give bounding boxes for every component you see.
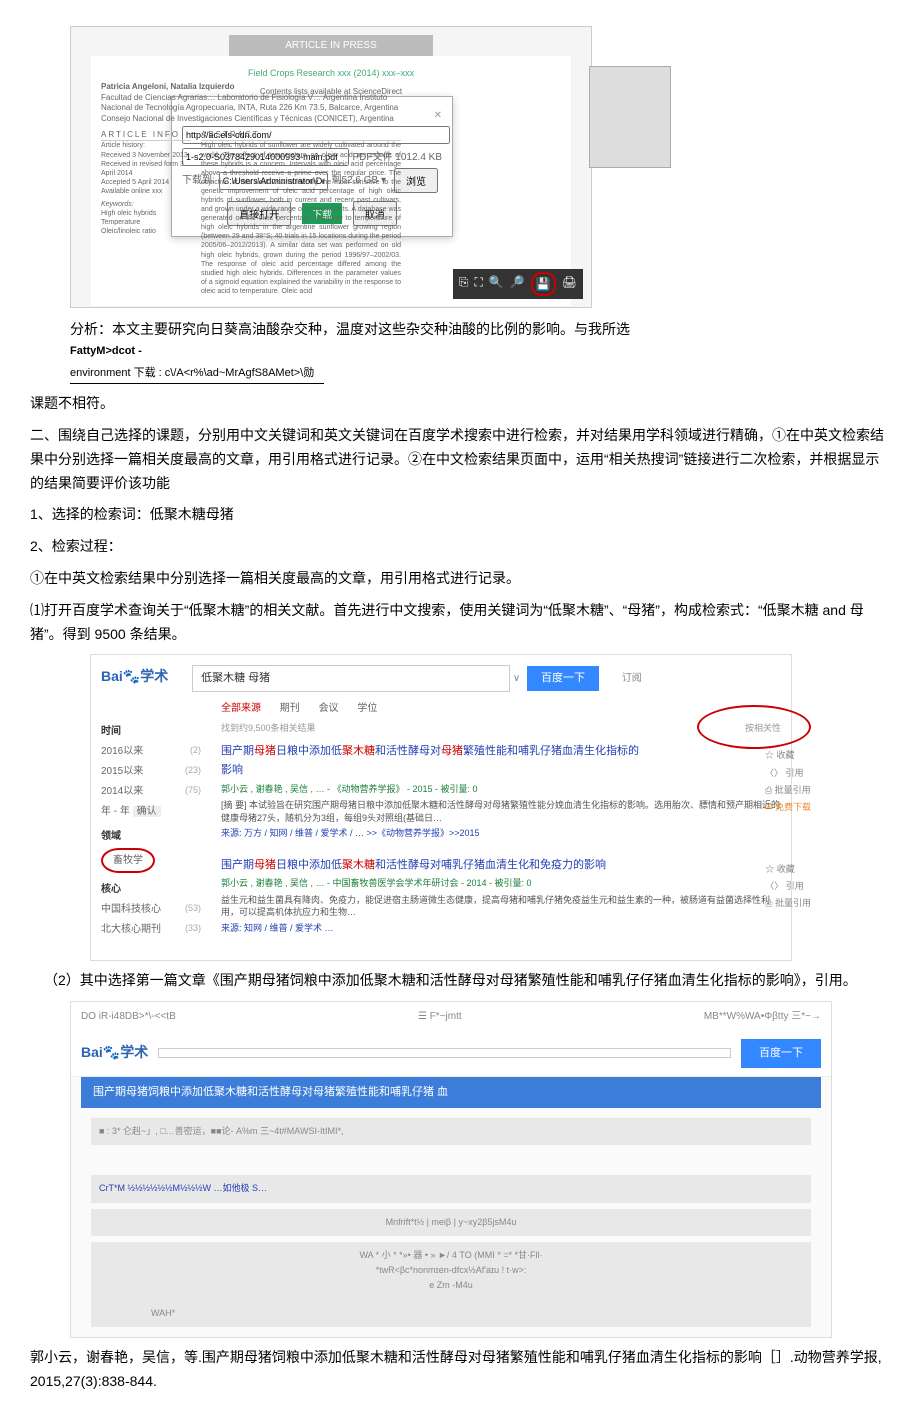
result-2-title[interactable]: 围产期母猪日粮中添加低聚木糖和活性酵母对哺乳仔猪血清生化和免疫力的影响 [221, 856, 781, 875]
cp-strip3: WAH* [91, 1300, 811, 1327]
pdf-authors: Patricia Angeloni, Natalia Izquierdo [101, 82, 235, 91]
result-1: 围产期母猪日粮中添加低聚木糖和活性酵母对母猪繁殖性能和哺乳仔猪血清生化指标的影响… [221, 742, 781, 841]
r1-cite[interactable]: 〈〉 引用 [765, 766, 811, 781]
pdf-preview-screenshot: ARTICLE IN PRESS Field Crops Research xx… [70, 26, 592, 308]
search-dropdown-icon[interactable]: ∨ [513, 673, 520, 684]
baidu-xueshu-screenshot: Bai🐾学术 低聚木糖 母猪 ∨ 百度一下 订阅 全部来源 期刊 会议 学位 找… [90, 654, 792, 961]
search-button[interactable]: 百度一下 [527, 666, 599, 691]
cp-right: MB**W%WA•Φβtty 三*~→ [704, 1008, 821, 1025]
filter-core2[interactable]: 北大核心期刊(33) [101, 921, 201, 938]
pdf-article-meta: Patricia Angeloni, Natalia Izquierdo Fac… [101, 82, 401, 296]
cp-header: Bai🐾学术 百度一下 [71, 1031, 831, 1077]
red-circle-annotation-field: 畜牧学 [101, 848, 155, 873]
paw-icon-2: 🐾 [103, 1044, 120, 1060]
cp-strip2: WA * 小 * *»• 器 • » ►/ 4 TO (MMI * =* *甘·… [91, 1242, 811, 1300]
filter-2014[interactable]: 2014以来(75) [101, 783, 201, 800]
cp-sub-row: ■ : 3* 仑赳~」, □…善密运，■■论- A%m 三~4t#MAWSI-I… [91, 1118, 811, 1145]
cp-browser-bar: DO iR-i48DB>*\-<<tB ☰ F*~jmtt MB**W%WA•Φ… [71, 1002, 831, 1031]
tool-page-icon[interactable]: ⎘ [459, 272, 469, 296]
select-first-text: （2）其中选择第一篇文章《围产期母猪饲粮中添加低聚木糖和活性酵母对母猪繁殖性能和… [30, 969, 890, 993]
tool-fit-icon[interactable]: ⛶ [475, 272, 483, 296]
filter-2015[interactable]: 2015以来(23) [101, 763, 201, 780]
result-2-links[interactable]: 来源: 知网 / 维普 / 爱学术 … [221, 921, 781, 936]
tool-zoomin-icon[interactable]: 🔎 [510, 272, 525, 296]
section2-intro: 二、围绕自己选择的课题，分别用中文关键词和英文关键词在百度学术搜索中进行检索，并… [30, 424, 890, 495]
cp-search-input[interactable] [158, 1048, 731, 1058]
r2-batch[interactable]: ⎙ 批量引用 [765, 896, 811, 911]
results-list: 围产期母猪日粮中添加低聚木糖和活性酵母对母猪繁殖性能和哺乳仔猪血清生化指标的影响… [221, 742, 781, 936]
tab-degree[interactable]: 学位 [357, 703, 377, 714]
article-history: Article history: Received 3 November 201… [101, 141, 191, 196]
baidu-logo: Bai🐾学术 [101, 668, 172, 684]
article-in-press-banner: ARTICLE IN PRESS [229, 35, 433, 56]
tool-zoomout-icon[interactable]: 🔍 [489, 272, 504, 296]
path-top: FattyM>dcot - [70, 342, 890, 361]
result-2-meta: 郭小云 , 谢春艳 , 吴信 , … - 中国畜牧兽医学会学术年研讨会 - 20… [221, 876, 781, 891]
line-search-process: 2、检索过程： [30, 535, 890, 559]
r1-free[interactable]: ✉ 免费下载 [765, 800, 811, 815]
path-line: environment 下载 : c\/A<r%\ad~MrAgfS8AMet>… [70, 364, 324, 384]
abstract-head: ABSTRACT [201, 130, 401, 141]
pdf-journal-line: Field Crops Research xxx (2014) xxx–xxx [101, 66, 561, 81]
result-1-links[interactable]: 来源: 万方 / 知网 / 维普 / 爱学术 / … >>《动物营养学报》>>2… [221, 826, 781, 841]
cp-crtm-row: CrT*M ½½½½½½M½½½W …如他极 S… [91, 1175, 811, 1202]
tab-all[interactable]: 全部来源 [221, 703, 261, 714]
source-tabs: 全部来源 期刊 会议 学位 [221, 700, 781, 717]
open-baidu-text: ⑴打开百度学术查询关于“低聚木糖”的相关文献。首先进行中文搜索，使用关键词为“低… [30, 599, 890, 647]
cp-article-title: 围产期母猪饲粮中添加低聚木糖和活性酵母对母猪繁殖性能和哺乳仔猪 血 [81, 1077, 821, 1108]
tool-save-icon[interactable]: 💾 [531, 272, 556, 296]
journal-cover-thumb [589, 66, 671, 168]
result-2-snippet: 益生元和益生菌具有降肉、免疫力，能促进宿主肠道微生态健康，提高母猪和哺乳仔猪免疫… [221, 894, 781, 919]
filter-xumu[interactable]: 畜牧学 [101, 848, 201, 873]
cp-strip1: Mnfrift*t½ | meiβ | y~xy2β5jsM4u [91, 1209, 811, 1236]
filter-time-head: 时间 [101, 723, 201, 740]
cp-logo: Bai🐾学术 [81, 1041, 148, 1065]
cp-search-button[interactable]: 百度一下 [741, 1039, 821, 1068]
filter-core1[interactable]: 中国科技核心(53) [101, 901, 201, 918]
tab-journal[interactable]: 期刊 [280, 703, 300, 714]
filter-year-range[interactable]: 年 - 年 确认 [101, 803, 201, 820]
result-1-meta: 郭小云 , 谢春艳 , 吴信 , … - 《动物营养学报》 - 2015 - 被… [221, 782, 781, 797]
final-citation: 郭小云，谢春艳，吴信，等.围产期母猪饲粮中添加低聚木糖和活性酵母对母猪繁殖性能和… [30, 1346, 890, 1394]
result-2: 围产期母猪日粮中添加低聚木糖和活性酵母对哺乳仔猪血清生化和免疫力的影响 郭小云 … [221, 856, 781, 936]
pdf-affiliations: Facultad de Ciencias Agrarias… Laborator… [101, 93, 398, 123]
r2-cite[interactable]: 〈〉 引用 [765, 879, 811, 894]
paw-icon: 🐾 [123, 668, 140, 684]
search-input[interactable]: 低聚木糖 母猪 [192, 665, 510, 692]
article-info-head: ARTICLE INFO [101, 130, 191, 141]
left-filters: 时间 2016以来(2) 2015以来(23) 2014以来(75) 年 - 年… [101, 715, 201, 941]
cp-left-code: DO iR-i48DB>*\-<<tB [81, 1008, 176, 1025]
r1-fav[interactable]: ☆ 收藏 [765, 748, 811, 763]
citation-panel-screenshot: DO iR-i48DB>*\-<<tB ☰ F*~jmtt MB**W%WA•Φ… [70, 1001, 832, 1338]
filter-field-head: 领域 [101, 828, 201, 845]
subscribe-link[interactable]: 订阅 [622, 673, 642, 684]
line-chosen-terms: 1、选择的检索词：低聚木糖母猪 [30, 503, 890, 527]
analysis-mismatch: 课题不相符。 [30, 392, 890, 416]
result-1-snippet: [摘 要] 本试验旨在研究围产期母猪日粮中添加低聚木糖和活性酵母对母猪繁殖性能分… [221, 799, 781, 824]
result-2-actions: ☆ 收藏 〈〉 引用 ⎙ 批量引用 [765, 860, 811, 914]
r1-batch[interactable]: ⎙ 批量引用 [765, 783, 811, 798]
analysis-text-1: 分析：本文主要研究向日葵高油酸杂交种，温度对这些杂交种油酸的比例的影响。与我所选 [70, 321, 630, 337]
abstract-text: High oleic hybrids of sunflower are wide… [201, 141, 401, 296]
step1-text: ①在中英文检索结果中分别选择一篇相关度最高的文章，用引用格式进行记录。 [30, 567, 890, 591]
pdf-toolbar: ⎘ ⛶ 🔍 🔎 💾 🖨 [453, 269, 583, 299]
keywords: High oleic hybrids Temperature Oleic/lin… [101, 209, 191, 236]
tab-conf[interactable]: 会议 [319, 703, 339, 714]
result-1-actions: ☆ 收藏 〈〉 引用 ⎙ 批量引用 ✉ 免费下载 [765, 746, 811, 817]
result-1-title[interactable]: 围产期母猪日粮中添加低聚木糖和活性酵母对母猪繁殖性能和哺乳仔猪血清生化指标的影响 [221, 742, 781, 779]
tool-print-icon[interactable]: 🖨 [562, 272, 577, 296]
r2-fav[interactable]: ☆ 收藏 [765, 862, 811, 877]
cp-mid: ☰ F*~jmtt [418, 1008, 462, 1025]
filter-core-head: 核心 [101, 881, 201, 898]
keywords-head: Keywords: [101, 200, 191, 209]
result-count: 找到约9,500条相关结果 [221, 721, 316, 736]
filter-2016[interactable]: 2016以来(2) [101, 743, 201, 760]
path-block: FattyM>dcot - environment 下载 : c\/A<r%\a… [70, 342, 890, 384]
cp-body: ■ : 3* 仑赳~」, □…善密运，■■论- A%m 三~4t#MAWSI-I… [71, 1108, 831, 1337]
